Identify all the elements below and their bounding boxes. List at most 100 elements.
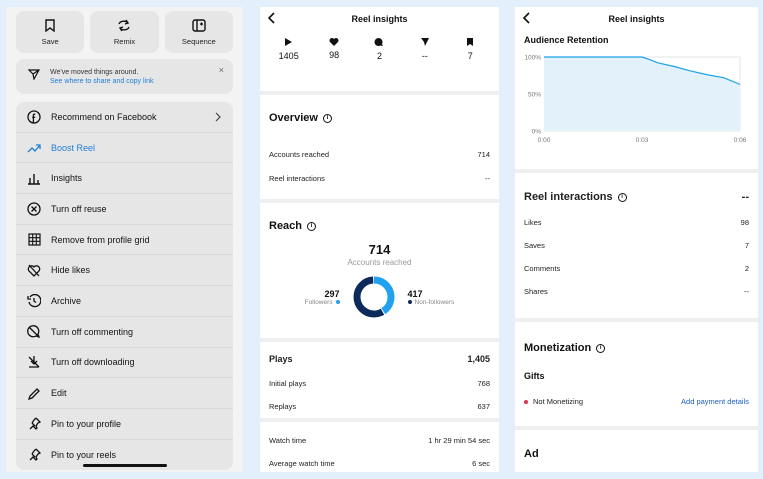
reach-title: Reach i [269, 220, 490, 232]
info-icon[interactable]: i [617, 192, 627, 202]
menu-item-remove-from-grid[interactable]: Remove from profile grid [16, 225, 233, 256]
x-tick-label: 0:00 [538, 137, 551, 144]
menu-item-archive[interactable]: Archive [16, 286, 233, 317]
stat-value: 1405 [278, 51, 299, 61]
row-label: Average watch time [269, 459, 335, 468]
menu-item-recommend-facebook[interactable]: Recommend on Facebook [16, 102, 233, 133]
reel-insights-panel-right: Reel insights Audience Retention 100% 50%… [515, 7, 758, 472]
sequence-button[interactable]: Sequence [164, 11, 233, 53]
reel-stats-bar: 1405 98 2 -- 7 [260, 31, 499, 91]
menu-item-boost-reel[interactable]: Boost Reel [16, 133, 233, 164]
menu-item-pin-to-profile[interactable]: Pin to your profile [16, 409, 233, 440]
save-button[interactable]: Save [16, 11, 85, 53]
archive-icon [26, 293, 42, 309]
followers-sub: Followers [305, 299, 340, 306]
row-value: 714 [477, 150, 490, 159]
insights-header: Reel insights [260, 7, 499, 31]
info-icon[interactable]: i [307, 221, 317, 231]
stat-value: 98 [329, 50, 340, 60]
row-label: Comments [524, 264, 561, 273]
ad-card: Ad [515, 430, 758, 472]
row-value: -- [744, 287, 749, 296]
stat-shares: -- [405, 37, 445, 91]
bar-chart-icon [26, 170, 42, 186]
add-payment-details-link[interactable]: Add payment details [681, 397, 749, 406]
sequence-button-label: Sequence [181, 36, 216, 46]
x-tick-label: 0:03 [636, 137, 649, 144]
status-dot [524, 399, 528, 404]
heart-slash-icon [26, 262, 42, 278]
menu-item-insights[interactable]: Insights [16, 163, 233, 195]
row-label: Saves [524, 241, 545, 250]
followers-legend: 297 Followers [305, 289, 340, 306]
pencil-icon [26, 385, 42, 401]
stat-value: 7 [467, 51, 473, 61]
menu-item-turn-off-commenting[interactable]: Turn off commenting [16, 317, 233, 348]
info-icon[interactable]: i [322, 113, 332, 123]
y-tick-label: 0% [532, 129, 542, 136]
interaction-row-shares: Shares -- [524, 287, 749, 296]
remix-button[interactable]: Remix [90, 11, 159, 53]
row-label: Initial plays [269, 379, 307, 388]
monetization-title: Monetization i [524, 342, 749, 354]
send-icon [420, 38, 429, 46]
row-label: Accounts reached [269, 150, 330, 159]
followers-dot [335, 300, 340, 304]
menu-item-turn-off-downloading[interactable]: Turn off downloading [16, 348, 233, 379]
y-tick-label: 50% [528, 92, 541, 99]
bookmark-icon [45, 18, 55, 32]
non-followers-sub: Non-followers [407, 298, 455, 306]
insights-header: Reel insights [515, 7, 758, 31]
reach-total: 714 Accounts reached [269, 242, 490, 267]
heart-icon [329, 38, 339, 46]
menu-item-label: Edit [51, 388, 67, 399]
comment-slash-icon [26, 324, 42, 340]
notice-link[interactable]: See where to share and copy link [50, 78, 233, 85]
interaction-row-saves: Saves 7 [524, 241, 749, 250]
menu-item-label: Pin to your reels [51, 449, 117, 460]
menu-item-hide-likes[interactable]: Hide likes [16, 255, 233, 287]
download-slash-icon [26, 354, 42, 370]
row-label: Shares [524, 287, 548, 296]
interactions-value: -- [741, 191, 749, 203]
page-title: Reel insights [351, 14, 408, 24]
row-label: Watch time [269, 436, 307, 445]
stat-plays: 1405 [269, 37, 309, 91]
close-icon[interactable]: × [219, 65, 224, 75]
audience-retention-card: Audience Retention 100% 50% 0% 0:00 0:03 0:06 [515, 31, 758, 169]
menu-item-edit[interactable]: Edit [16, 378, 233, 409]
menu-item-label: Boost Reel [51, 142, 96, 153]
interaction-row-likes: Likes 98 [524, 218, 749, 227]
stat-saves: 7 [450, 37, 490, 91]
back-arrow-icon[interactable] [268, 12, 276, 24]
row-value: 98 [740, 218, 749, 227]
menu-item-turn-off-reuse[interactable]: Turn off reuse [16, 194, 233, 225]
row-value: -- [485, 174, 490, 183]
reach-donut-row: 297 Followers 417 Non-followers [269, 275, 490, 319]
back-arrow-icon[interactable] [523, 12, 531, 24]
watch-time-card: Watch time 1 hr 29 min 54 sec Average wa… [260, 422, 499, 472]
row-value: 2 [744, 264, 749, 273]
info-icon[interactable]: i [596, 343, 606, 353]
menu-item-label: Hide likes [51, 265, 91, 276]
non-followers-legend: 417 Non-followers [407, 289, 455, 306]
reach-total-label: Accounts reached [347, 258, 412, 267]
monetization-card: Monetization i Gifts Not Monetizing Add … [515, 322, 758, 426]
monetization-status: Not Monetizing [524, 397, 583, 406]
trend-up-icon [26, 140, 42, 156]
reel-insights-panel-left: Reel insights 1405 98 2 -- 7 Overview i [260, 7, 499, 472]
non-followers-label: Non-followers [414, 298, 455, 306]
overview-row-accounts-reached: Accounts reached 714 [269, 150, 490, 159]
circle-x-icon [26, 201, 42, 217]
page-title: Reel insights [608, 14, 665, 24]
non-followers-dot [407, 300, 412, 304]
row-label: Likes [524, 218, 542, 227]
retention-title: Audience Retention [524, 35, 609, 45]
plays-row-replays: Replays 637 [269, 402, 490, 411]
menu-item-label: Turn off reuse [51, 203, 107, 214]
retention-chart: 100% 50% 0%0:00 0:03 0:06 [524, 55, 746, 145]
pin-icon [26, 416, 42, 432]
row-value: 7 [744, 241, 749, 250]
reach-donut-chart [353, 276, 395, 318]
gifts-label: Gifts [524, 371, 545, 381]
